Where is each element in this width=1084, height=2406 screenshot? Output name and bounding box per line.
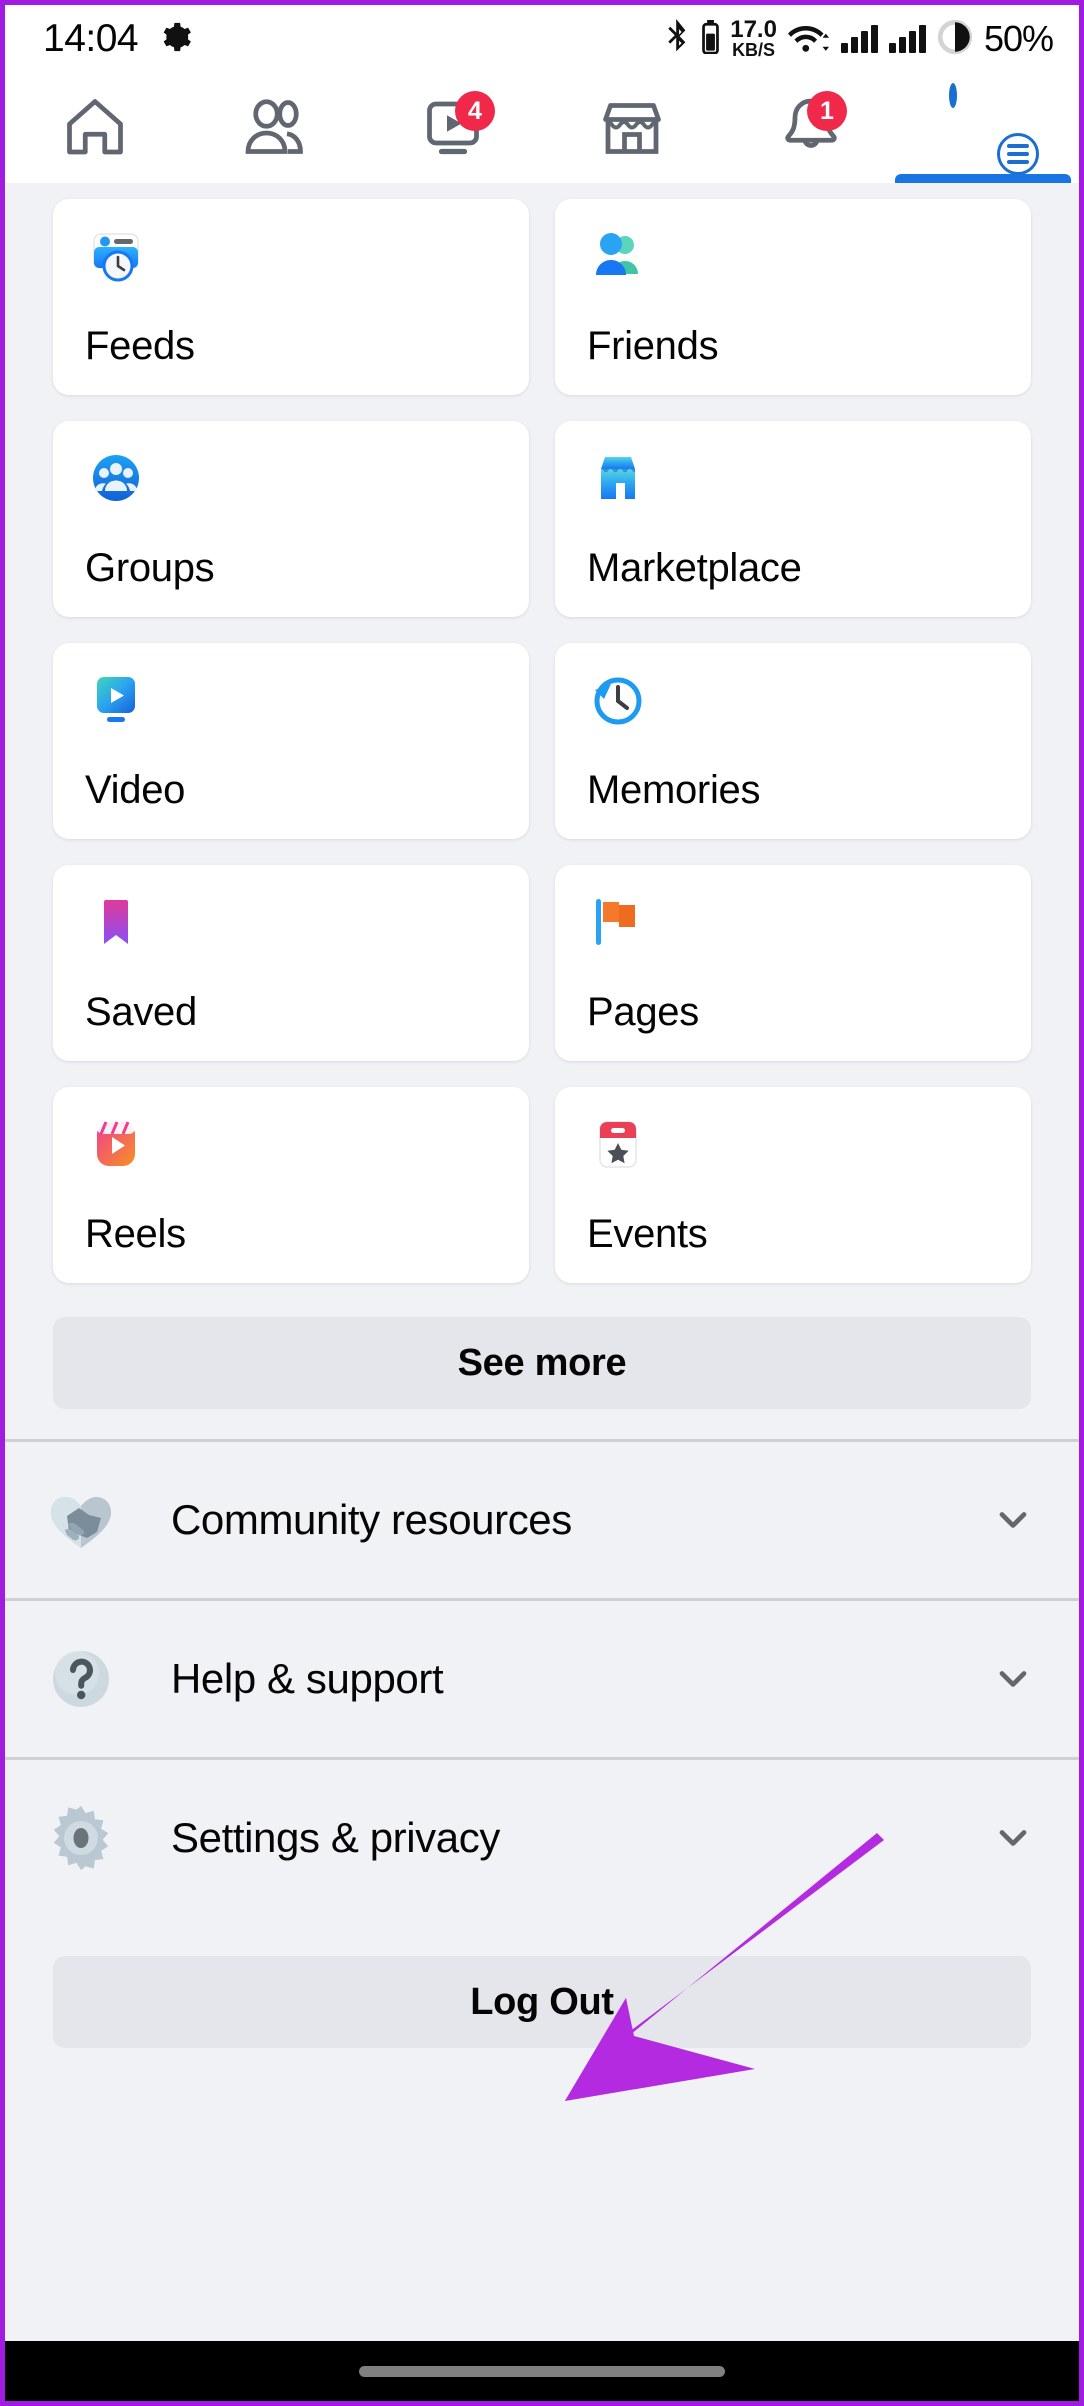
bluetooth-icon bbox=[665, 18, 691, 60]
marketplace-color-icon bbox=[587, 447, 649, 509]
shortcut-label: Friends bbox=[587, 324, 719, 368]
video-badge: 4 bbox=[455, 91, 495, 131]
shortcut-label: Pages bbox=[587, 990, 699, 1034]
bluetooth-battery-icon bbox=[702, 19, 720, 59]
status-bar-clock: 14:04 bbox=[43, 17, 139, 60]
section-label: Community resources bbox=[171, 1496, 572, 1543]
shortcut-label: Marketplace bbox=[587, 546, 802, 590]
saved-bookmark-icon bbox=[85, 891, 147, 953]
shortcut-card-friends[interactable]: Friends bbox=[555, 199, 1031, 395]
logout-button[interactable]: Log Out bbox=[53, 1956, 1031, 2048]
shortcut-card-events[interactable]: Events bbox=[555, 1087, 1031, 1283]
handshake-heart-icon bbox=[43, 1482, 119, 1558]
shortcut-card-feeds[interactable]: Feeds bbox=[53, 199, 529, 395]
shortcut-label: Feeds bbox=[85, 324, 195, 368]
friends-color-icon bbox=[587, 225, 649, 287]
cellular-signal-icon bbox=[840, 25, 878, 53]
video-color-icon bbox=[85, 669, 147, 731]
home-gesture-pill[interactable] bbox=[359, 2365, 725, 2377]
nav-tab-marketplace[interactable] bbox=[542, 73, 721, 183]
logout-container: Log Out bbox=[5, 1916, 1079, 2092]
top-navigation-bar: 4 1 bbox=[5, 73, 1079, 183]
shortcut-card-marketplace[interactable]: Marketplace bbox=[555, 421, 1031, 617]
section-label: Settings & privacy bbox=[171, 1814, 500, 1861]
active-tab-indicator bbox=[895, 174, 1071, 183]
marketplace-icon bbox=[597, 93, 667, 163]
network-speed-unit: KB/S bbox=[732, 39, 776, 60]
notifications-badge: 1 bbox=[807, 91, 847, 131]
shortcut-card-saved[interactable]: Saved bbox=[53, 865, 529, 1061]
shortcut-label: Reels bbox=[85, 1212, 186, 1256]
nav-tab-menu-profile[interactable] bbox=[900, 73, 1079, 183]
groups-icon bbox=[85, 447, 147, 509]
nav-tab-video[interactable]: 4 bbox=[363, 73, 542, 183]
section-row-help-support[interactable]: Help & support bbox=[5, 1601, 1079, 1757]
see-more-button[interactable]: See more bbox=[53, 1317, 1031, 1409]
wifi-icon bbox=[787, 20, 830, 59]
shortcut-label: Memories bbox=[587, 768, 761, 812]
phone-screen: 14:04 17.0 KB/S 50% 4 1 Feeds Friends Gr… bbox=[0, 0, 1084, 2406]
nav-tab-friends[interactable] bbox=[184, 73, 363, 183]
shortcuts-grid: Feeds Friends Groups Marketplace Video M… bbox=[5, 183, 1079, 1283]
memories-icon bbox=[587, 669, 649, 731]
shortcut-label: Saved bbox=[85, 990, 197, 1034]
hamburger-menu-icon bbox=[996, 133, 1039, 175]
network-speed-value: 17.0 bbox=[730, 16, 777, 44]
friends-icon bbox=[239, 93, 309, 163]
shortcut-label: Video bbox=[85, 768, 186, 812]
avatar bbox=[948, 83, 1039, 175]
profile-avatar bbox=[948, 83, 957, 108]
shortcut-card-memories[interactable]: Memories bbox=[555, 643, 1031, 839]
battery-percent-label: 50% bbox=[983, 18, 1054, 59]
section-label: Help & support bbox=[171, 1655, 444, 1702]
status-bar: 14:04 17.0 KB/S 50% bbox=[5, 5, 1079, 73]
pages-flag-icon bbox=[587, 891, 649, 953]
shortcut-card-reels[interactable]: Reels bbox=[53, 1087, 529, 1283]
section-row-community-resources[interactable]: Community resources bbox=[5, 1442, 1079, 1598]
feeds-icon bbox=[85, 225, 147, 287]
see-more-container: See more bbox=[5, 1283, 1079, 1439]
shortcut-label: Groups bbox=[85, 546, 215, 590]
gear-icon bbox=[43, 1800, 119, 1876]
battery-circle-icon bbox=[937, 19, 973, 60]
status-bar-right: 17.0 KB/S 50% bbox=[665, 16, 1054, 60]
reels-icon bbox=[85, 1113, 147, 1175]
nav-tab-notifications[interactable]: 1 bbox=[721, 73, 900, 183]
nav-tab-home[interactable] bbox=[5, 73, 184, 183]
status-bar-left: 14:04 bbox=[43, 17, 192, 61]
network-speed-indicator: 17.0 KB/S bbox=[730, 16, 777, 60]
system-navigation-bar bbox=[5, 2341, 1079, 2401]
shortcut-card-pages[interactable]: Pages bbox=[555, 865, 1031, 1061]
cellular-signal-icon bbox=[888, 25, 926, 53]
home-icon bbox=[60, 93, 130, 163]
chevron-down-icon[interactable] bbox=[991, 1498, 1035, 1542]
section-row-settings-privacy[interactable]: Settings & privacy bbox=[5, 1760, 1079, 1916]
shortcut-label: Events bbox=[587, 1212, 708, 1256]
chevron-down-icon[interactable] bbox=[991, 1816, 1035, 1860]
shortcut-card-video[interactable]: Video bbox=[53, 643, 529, 839]
chevron-down-icon[interactable] bbox=[991, 1657, 1035, 1701]
events-icon bbox=[587, 1113, 649, 1175]
gear-icon bbox=[158, 20, 192, 59]
question-mark-icon bbox=[43, 1641, 119, 1717]
shortcut-card-groups[interactable]: Groups bbox=[53, 421, 529, 617]
menu-scroll-area: Feeds Friends Groups Marketplace Video M… bbox=[5, 183, 1079, 2092]
